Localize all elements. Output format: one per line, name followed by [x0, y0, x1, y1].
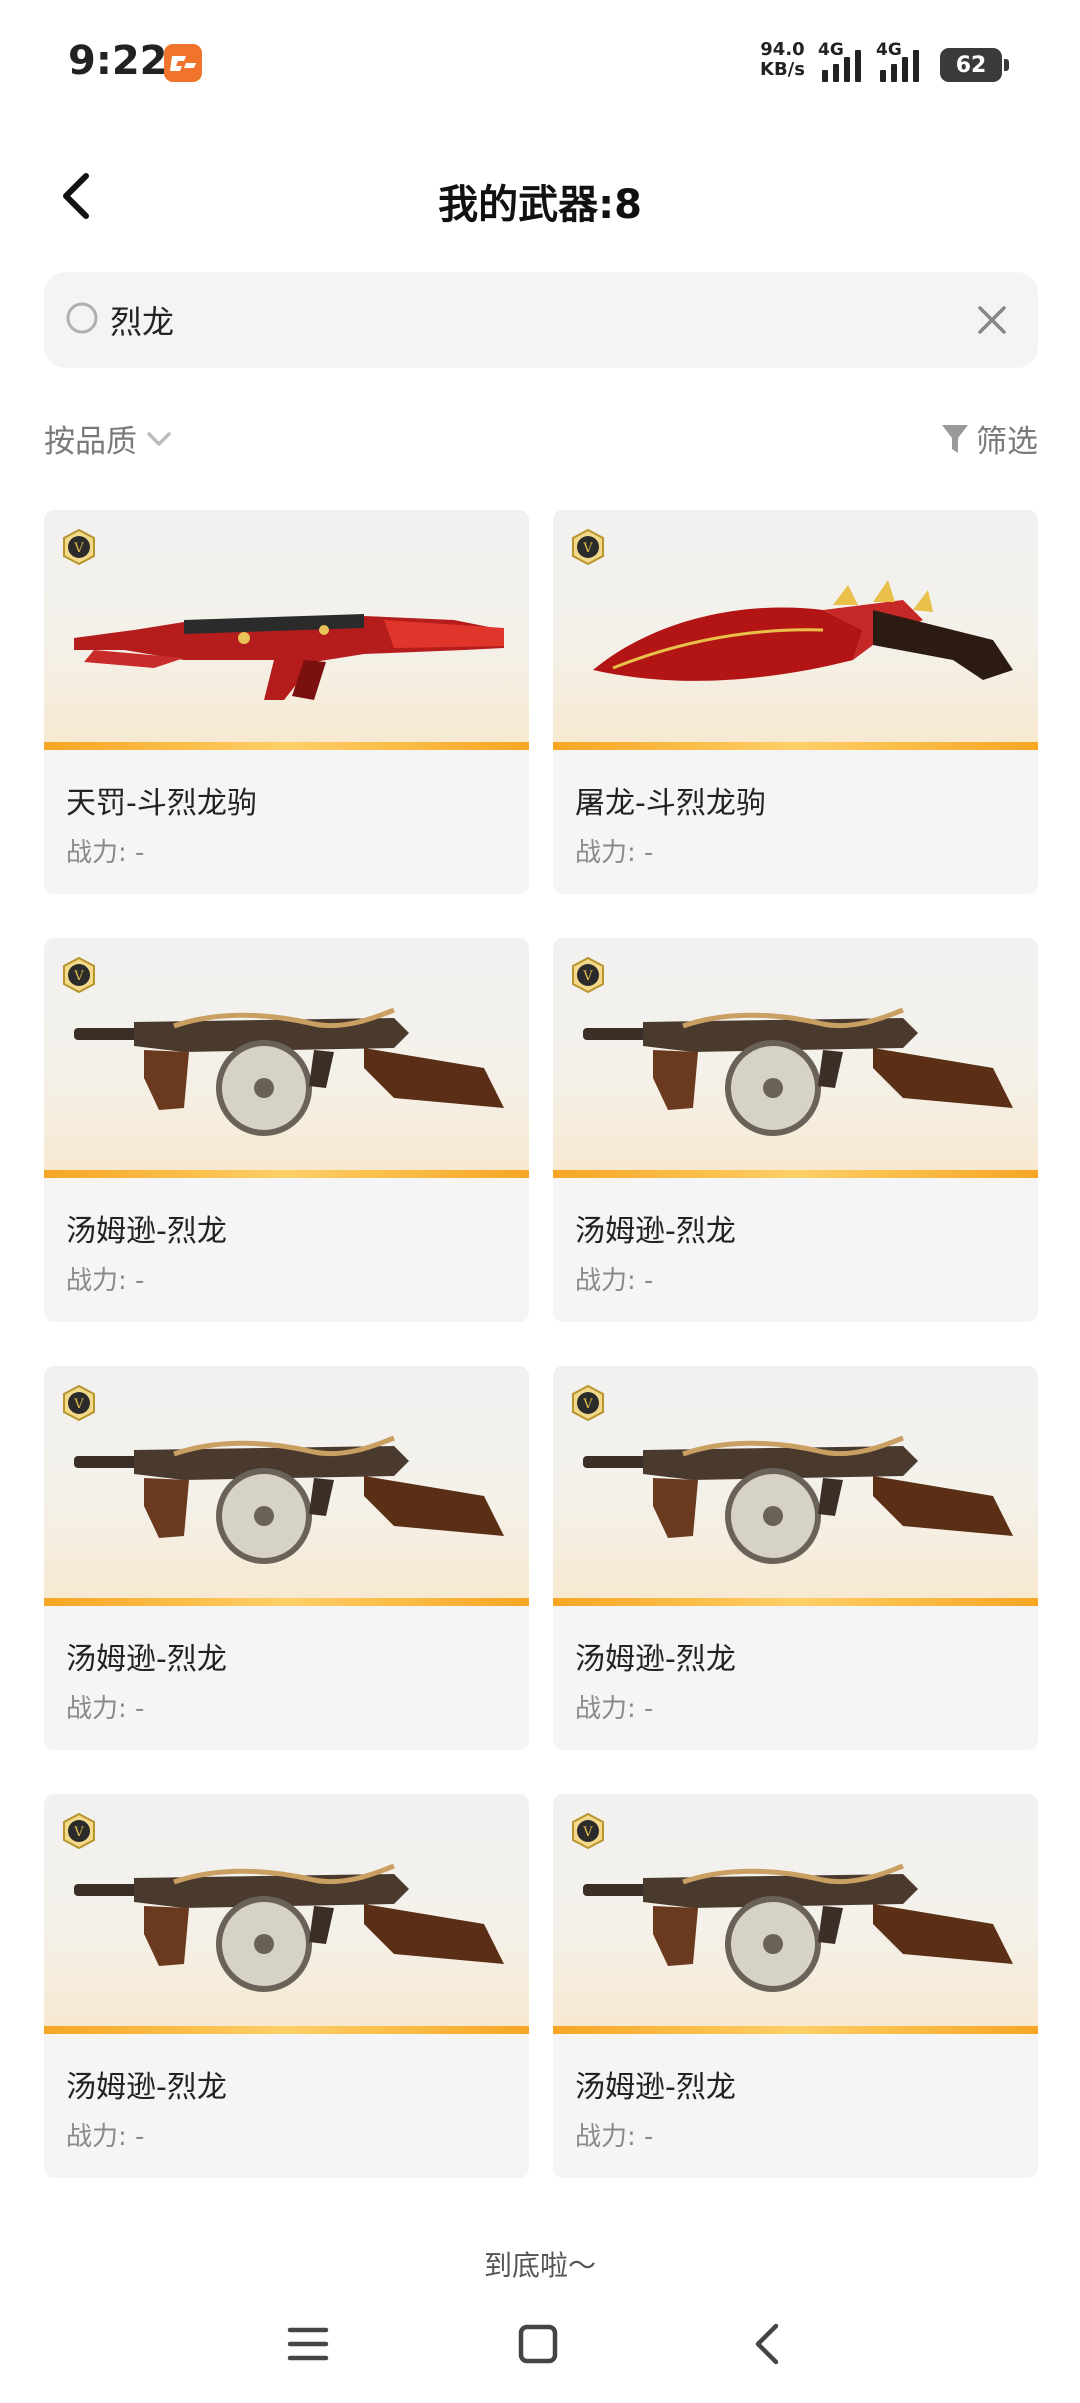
- weapon-name: 汤姆逊-烈龙: [575, 1214, 736, 1249]
- sort-dropdown[interactable]: 按品质: [44, 416, 175, 461]
- weapon-card[interactable]: V 屠龙-斗烈龙驹 战力: -: [553, 510, 1038, 894]
- quality-bar: [44, 2026, 529, 2034]
- weapon-name: 汤姆逊-烈龙: [575, 2070, 736, 2105]
- system-nav-bar: [0, 2300, 1080, 2403]
- page-title: 我的武器:8: [438, 182, 642, 228]
- menu-icon[interactable]: [278, 2314, 338, 2374]
- status-bar: 9:22 94.0 KB/s 4G 4G 62: [0, 0, 1080, 130]
- weapon-power: 战力: -: [66, 1694, 145, 1724]
- page-header: 我的武器:8: [0, 150, 1080, 250]
- weapon-card[interactable]: V 汤姆逊-烈龙 战力: -: [44, 938, 529, 1322]
- weapon-image-area: V: [553, 1794, 1038, 2034]
- quality-bar: [44, 1170, 529, 1178]
- weapon-power: 战力: -: [66, 1266, 145, 1296]
- weapon-card[interactable]: V 汤姆逊-烈龙 战力: -: [553, 1366, 1038, 1750]
- weapon-image-area: V: [44, 1366, 529, 1606]
- smg-image: [74, 1435, 504, 1564]
- smg-image: [583, 1007, 1013, 1136]
- weapon-power: 战力: -: [66, 838, 145, 868]
- funnel-icon: [942, 424, 968, 453]
- weapon-name: 屠龙-斗烈龙驹: [575, 786, 766, 821]
- signal-1-icon: [822, 46, 861, 82]
- weapon-name: 汤姆逊-烈龙: [575, 1642, 736, 1677]
- knife-image: [593, 580, 1013, 681]
- weapon-power: 战力: -: [575, 838, 654, 868]
- weapon-image-area: V: [553, 510, 1038, 750]
- filter-label: 筛选: [976, 424, 1038, 460]
- rifle-image: [74, 614, 504, 700]
- search-input[interactable]: [110, 294, 910, 346]
- weapon-name: 天罚-斗烈龙驹: [66, 786, 257, 821]
- app-notification-icon: [164, 44, 202, 82]
- weapon-image-area: V: [553, 938, 1038, 1178]
- nav-back-icon[interactable]: [738, 2314, 798, 2374]
- weapon-power: 战力: -: [575, 2122, 654, 2152]
- end-of-list-text: 到底啦～: [483, 2249, 596, 2282]
- weapon-name: 汤姆逊-烈龙: [66, 2070, 227, 2105]
- search-box[interactable]: [44, 272, 1038, 368]
- weapon-name: 汤姆逊-烈龙: [66, 1214, 227, 1249]
- weapon-image-area: V: [44, 510, 529, 750]
- quality-bar: [553, 742, 1038, 750]
- chevron-down-icon: [147, 431, 171, 446]
- search-icon: [66, 302, 98, 334]
- weapon-image-area: V: [44, 1794, 529, 2034]
- quality-bar: [553, 2026, 1038, 2034]
- weapon-card[interactable]: V 汤姆逊-烈龙 战力: -: [44, 1794, 529, 2178]
- weapon-power: 战力: -: [575, 1266, 654, 1296]
- smg-image: [74, 1863, 504, 1992]
- weapon-card[interactable]: V 天罚-斗烈龙驹 战力: -: [44, 510, 529, 894]
- battery-indicator: 62: [940, 48, 1009, 82]
- quality-bar: [553, 1598, 1038, 1606]
- clear-icon[interactable]: [972, 300, 1012, 340]
- weapon-image-area: V: [553, 1366, 1038, 1606]
- net-speed-value: 94.0: [760, 39, 805, 60]
- quality-bar: [553, 1170, 1038, 1178]
- quality-bar: [44, 742, 529, 750]
- net-speed: 94.0 KB/s: [760, 40, 805, 80]
- weapon-power: 战力: -: [66, 2122, 145, 2152]
- smg-image: [583, 1863, 1013, 1992]
- signal-2-icon: [880, 46, 919, 82]
- sort-label: 按品质: [44, 424, 137, 460]
- weapon-card[interactable]: V 汤姆逊-烈龙 战力: -: [553, 938, 1038, 1322]
- smg-image: [74, 1007, 504, 1136]
- weapon-power: 战力: -: [575, 1694, 654, 1724]
- weapon-image-area: V: [44, 938, 529, 1178]
- sort-filter-bar: 按品质 筛选: [44, 410, 1038, 466]
- weapon-card[interactable]: V 汤姆逊-烈龙 战力: -: [553, 1794, 1038, 2178]
- status-time: 9:22: [68, 38, 168, 84]
- smg-image: [583, 1435, 1013, 1564]
- weapon-card[interactable]: V 汤姆逊-烈龙 战力: -: [44, 1366, 529, 1750]
- net-speed-unit: KB/s: [760, 59, 805, 80]
- filter-button[interactable]: 筛选: [940, 416, 1038, 461]
- weapon-name: 汤姆逊-烈龙: [66, 1642, 227, 1677]
- quality-bar: [44, 1598, 529, 1606]
- home-icon[interactable]: [508, 2314, 568, 2374]
